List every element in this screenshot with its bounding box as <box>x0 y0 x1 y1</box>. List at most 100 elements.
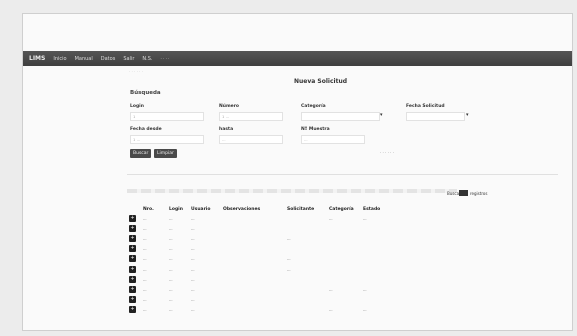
table-cell: ... <box>169 246 173 252</box>
table-cell <box>285 274 327 284</box>
table-cell: ... <box>191 225 195 231</box>
plus-icon[interactable]: + <box>129 275 136 283</box>
nav-item-datos[interactable]: Datos <box>101 56 116 62</box>
row-action-cell: + <box>127 284 141 294</box>
panel-title: Búsqueda <box>130 90 161 96</box>
header-usuario[interactable]: Usuario <box>189 205 221 213</box>
plus-icon[interactable]: + <box>129 265 136 273</box>
header-categoria[interactable]: Categoría <box>327 205 361 213</box>
fecha-desde-input[interactable]: 1 ... <box>130 135 204 144</box>
brand-logo[interactable]: LIMS <box>29 55 45 62</box>
categoria-chevron-down-icon[interactable]: ▾ <box>380 112 383 118</box>
plus-icon[interactable]: + <box>129 245 136 253</box>
top-navbar: LIMS Inicio Manual Datos Salir N.S. · · … <box>23 51 572 66</box>
table-cell: ... <box>143 256 147 262</box>
table-cell: ... <box>169 215 173 221</box>
plus-icon[interactable]: + <box>129 306 136 314</box>
table-cell: ... <box>169 235 173 241</box>
table-cell: ... <box>191 246 195 252</box>
plus-icon[interactable]: + <box>129 296 136 304</box>
login-input[interactable]: 1 <box>130 112 204 121</box>
table-cell <box>221 295 285 305</box>
search-input[interactable] <box>459 190 468 196</box>
clear-button[interactable]: Limpiar <box>154 149 177 158</box>
fecha-solicitud-select[interactable] <box>406 112 465 121</box>
table-cell <box>285 244 327 254</box>
table-row[interactable]: +............ <box>127 264 425 274</box>
table-cell: ... <box>169 225 173 231</box>
table-cell: ... <box>363 215 367 221</box>
divider <box>127 174 558 175</box>
table-cell: ... <box>143 307 147 313</box>
table-cell <box>327 274 361 284</box>
table-cell: ... <box>287 235 291 241</box>
table-row[interactable]: +............ <box>127 233 425 243</box>
table-cell: ... <box>143 246 147 252</box>
categoria-select[interactable] <box>301 112 380 121</box>
table-row[interactable]: +......... <box>127 274 425 284</box>
table-cell <box>221 223 285 233</box>
nav-item-manual[interactable]: Manual <box>75 56 93 62</box>
table-cell: ... <box>191 215 195 221</box>
table-cell <box>221 264 285 274</box>
plus-icon[interactable]: + <box>129 285 136 293</box>
table-cell: ... <box>169 286 173 292</box>
table-cell: ... <box>169 297 173 303</box>
table-cell: ... <box>191 276 195 282</box>
table-row[interactable]: +............ <box>127 254 425 264</box>
row-action-cell: + <box>127 274 141 284</box>
table-cell: ... <box>143 297 147 303</box>
table-cell: ... <box>191 297 195 303</box>
hasta-input[interactable]: ... <box>219 135 283 144</box>
table-cell <box>285 213 327 223</box>
table-cell <box>361 264 425 274</box>
table-cell <box>221 233 285 243</box>
header-estado[interactable]: Estado <box>361 205 425 213</box>
table-cell <box>361 254 425 264</box>
header-solicitante[interactable]: Solicitante <box>285 205 327 213</box>
fecha-solicitud-label: Fecha Solicitud <box>406 104 445 109</box>
plus-icon[interactable]: + <box>129 224 136 232</box>
table-cell <box>221 305 285 315</box>
table-toolbar-faint <box>127 189 457 193</box>
header-nro[interactable]: Nro. <box>141 205 167 213</box>
table-row[interactable]: +............... <box>127 213 425 223</box>
numero-label: Número <box>219 104 240 109</box>
nav-item-salir[interactable]: Salir <box>123 56 134 62</box>
table-cell <box>327 264 361 274</box>
table-cell: ... <box>191 286 195 292</box>
app-window: LIMS Inicio Manual Datos Salir N.S. · · … <box>22 13 573 331</box>
table-row[interactable]: +............... <box>127 305 425 315</box>
table-cell: ... <box>191 256 195 262</box>
right-note: · · · · · · <box>380 150 394 155</box>
nav-item-ns[interactable]: N.S. <box>142 56 152 62</box>
table-row[interactable]: +......... <box>127 295 425 305</box>
table-row[interactable]: +......... <box>127 244 425 254</box>
breadcrumb: · · · · · · <box>129 69 143 74</box>
numero-input[interactable]: 1 ... <box>219 112 283 121</box>
row-action-cell: + <box>127 295 141 305</box>
table-row[interactable]: +............... <box>127 284 425 294</box>
fecha-solicitud-chevron-down-icon[interactable]: ▾ <box>466 112 469 118</box>
table-cell: ... <box>329 307 333 313</box>
plus-icon[interactable]: + <box>129 214 136 222</box>
header-observaciones[interactable]: Observaciones <box>221 205 285 213</box>
table-cell <box>361 233 425 243</box>
table-row[interactable]: +......... <box>127 223 425 233</box>
table-cell <box>221 213 285 223</box>
table-cell <box>361 223 425 233</box>
nav-item-inicio[interactable]: Inicio <box>53 56 66 62</box>
plus-icon[interactable]: + <box>129 234 136 242</box>
table-cell: ... <box>143 266 147 272</box>
hasta-label: hasta <box>219 127 234 132</box>
header-login[interactable]: Login <box>167 205 189 213</box>
table-cell: ... <box>191 266 195 272</box>
muestra-label: Nº Muestra <box>301 127 330 132</box>
search-button[interactable]: Buscar <box>130 149 152 158</box>
muestra-input[interactable]: ... <box>301 135 365 144</box>
navbar-faint-text: · · · · <box>160 56 170 61</box>
categoria-label: Categoría <box>301 104 326 109</box>
row-action-cell: + <box>127 223 141 233</box>
plus-icon[interactable]: + <box>129 255 136 263</box>
login-label: Login <box>130 104 144 109</box>
